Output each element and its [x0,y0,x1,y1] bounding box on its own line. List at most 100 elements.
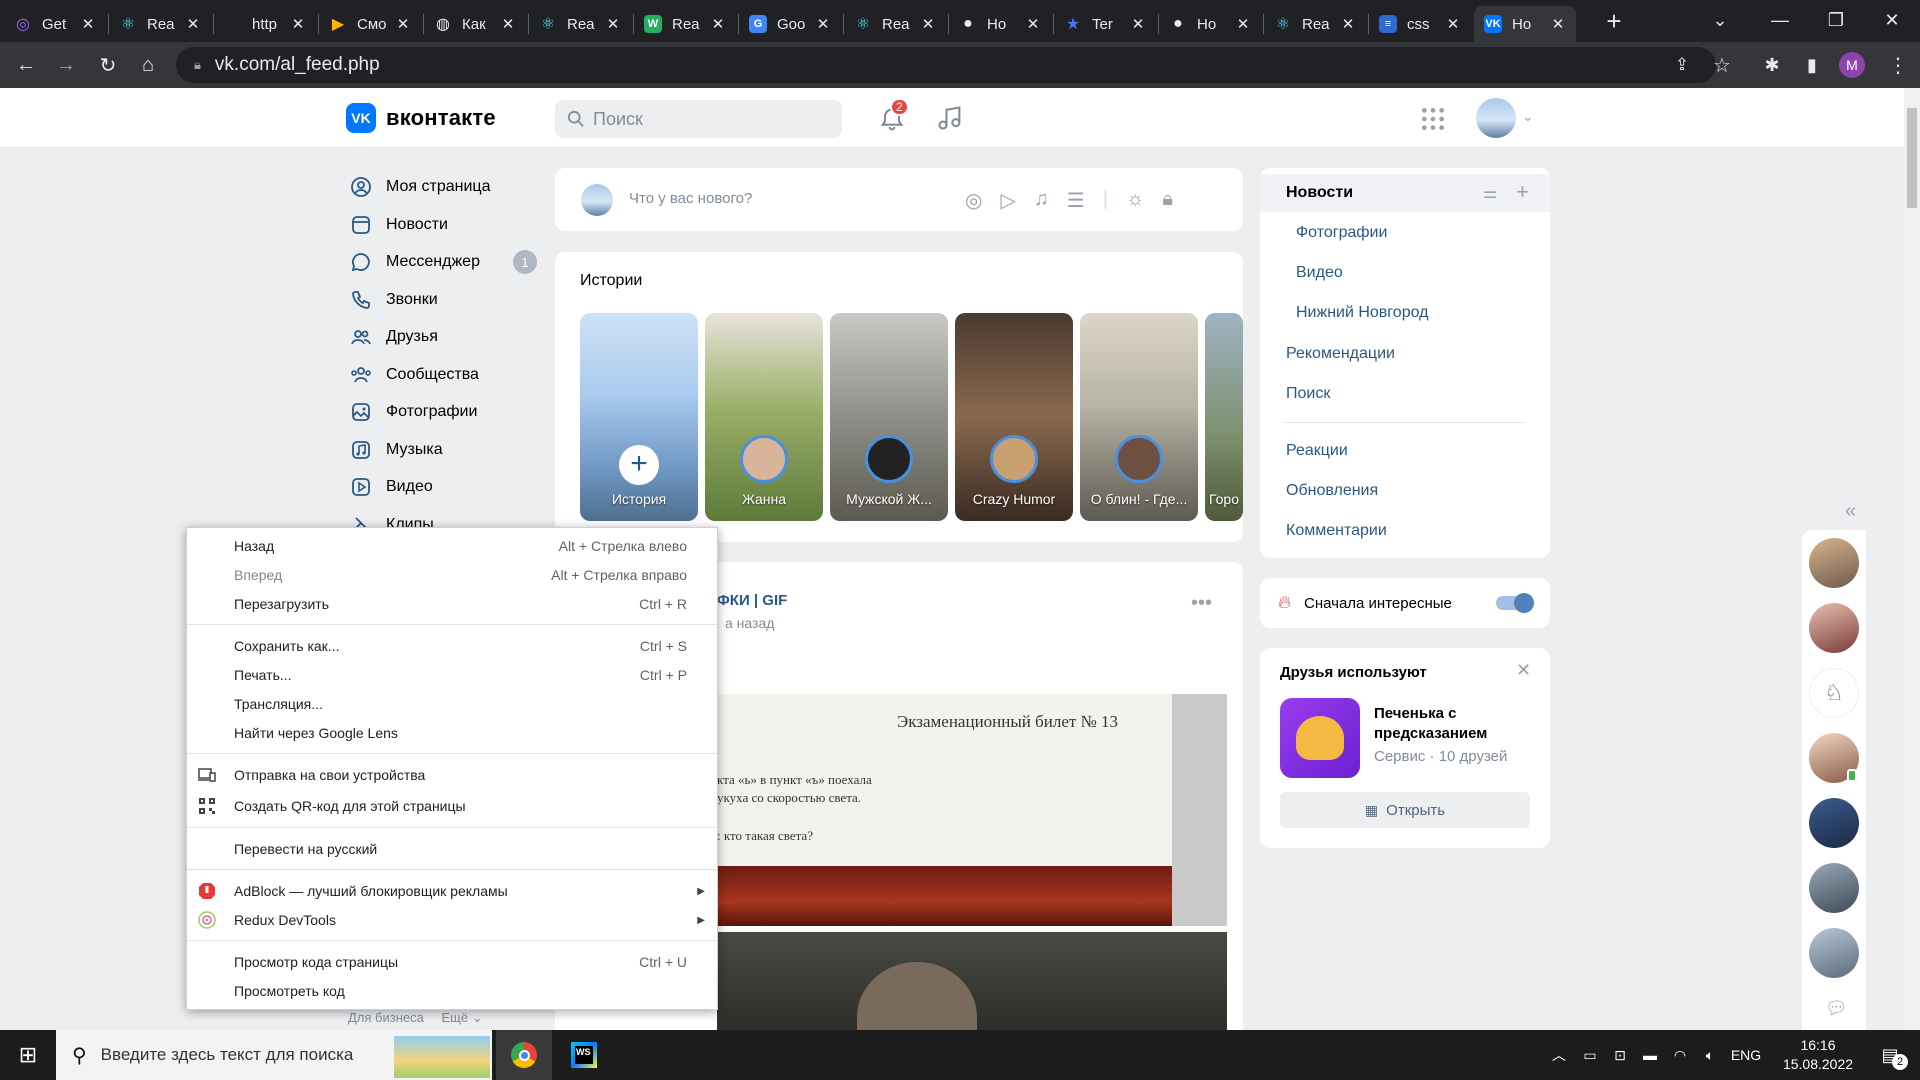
fortune-cookie-app-icon[interactable] [1280,698,1360,778]
left-menu-item[interactable]: Новости [350,208,448,242]
taskbar-clock[interactable]: 16:16 15.08.2022 [1776,1036,1860,1074]
collapse-chevron-icon[interactable]: « [1845,500,1856,523]
browser-tab[interactable]: ▶ Смо ✕ [319,6,421,42]
story-tile[interactable]: Горо [1205,313,1243,521]
post-photo-ticket[interactable]: Экзаменационный билет № 13 кта «ь» в пун… [717,694,1172,926]
close-icon[interactable]: ✕ [1516,660,1531,681]
right-nav-link[interactable]: Реакции [1286,442,1348,460]
close-tab-icon[interactable]: ✕ [1445,15,1461,33]
meet-now-icon[interactable]: ▭ [1576,1030,1604,1080]
right-nav-link[interactable]: Комментарии [1286,522,1387,540]
browser-tab[interactable]: G Goo ✕ [739,6,841,42]
context-menu-item[interactable]: Перезагрузить Ctrl + R [187,591,717,617]
add-plus-icon[interactable]: + [1516,179,1529,205]
left-menu-item[interactable]: Фотографии [350,395,477,429]
post-author[interactable]: ФКИ | GIF [717,592,787,609]
footer-more-link[interactable]: Ещё [441,1010,468,1025]
interesting-first-toggle[interactable] [1496,593,1534,613]
open-app-button[interactable]: ▦ Открыть [1280,792,1530,828]
vk-search-box[interactable] [555,100,842,138]
context-menu-item[interactable]: AdBlock — лучший блокировщик рекламы ▶ [187,878,717,904]
language-indicator[interactable]: ENG [1726,1030,1766,1080]
post-composer[interactable]: Что у вас нового? ◎ ▷ ♫ ☰ | ☼ 🔒︎ [555,168,1243,231]
notification-center-icon[interactable]: ▤ 2 [1870,1030,1910,1080]
chrome-menu-icon[interactable]: ⋮ [1884,51,1912,79]
story-tile[interactable]: Мужской Ж... [830,313,948,521]
left-menu-item[interactable]: Моя страница [350,170,490,204]
music-player-button[interactable] [936,104,966,134]
context-menu-item[interactable]: Создать QR-код для этой страницы [187,793,717,819]
browser-tab[interactable]: ⚛ Rea ✕ [844,6,946,42]
online-friend-avatar[interactable] [1809,928,1859,978]
browser-tab[interactable]: ● Ho ✕ [1159,6,1261,42]
browser-tab[interactable]: ★ Ter ✕ [1054,6,1156,42]
close-tab-icon[interactable]: ✕ [1025,15,1041,33]
context-menu-item[interactable]: Трансляция... [187,691,717,717]
context-menu-item[interactable]: Печать... Ctrl + P [187,662,717,688]
context-menu-item[interactable]: Вперед Alt + Стрелка вправо [187,562,717,588]
online-friend-avatar[interactable] [1809,603,1859,653]
left-menu-item[interactable]: Друзья [350,320,438,354]
context-menu-item[interactable]: Назад Alt + Стрелка влево [187,533,717,559]
online-friend-avatar[interactable] [1809,538,1859,588]
browser-tab[interactable]: ⚛ Rea ✕ [1264,6,1366,42]
close-tab-icon[interactable]: ✕ [185,15,201,33]
left-menu-item[interactable]: Сообщества [350,358,479,392]
back-arrow-icon[interactable]: ← [12,51,40,79]
close-tab-icon[interactable]: ✕ [605,15,621,33]
article-icon[interactable]: ☰ [1067,188,1085,213]
filter-sliders-icon[interactable]: ⚌ [1483,183,1497,203]
wifi-icon[interactable]: ◠ [1666,1030,1694,1080]
close-tab-icon[interactable]: ✕ [80,15,96,33]
browser-tab[interactable]: ◎ Get ✕ [4,6,106,42]
context-menu-item[interactable]: Сохранить как... Ctrl + S [187,633,717,659]
app-name[interactable]: Печенька с предсказанием [1374,704,1534,744]
right-nav-link[interactable]: Поиск [1286,385,1330,403]
right-nav-subitem[interactable]: Видео [1296,264,1343,282]
lightbulb-icon[interactable]: ☼ [1126,188,1144,213]
left-menu-item[interactable]: Мессенджер 1 [350,245,537,279]
context-menu-item[interactable]: Просмотреть код [187,978,717,1004]
page-scrollbar[interactable] [1904,88,1920,1030]
context-menu-item[interactable]: Перевести на русский [187,836,717,862]
browser-tab[interactable]: VK Ho ✕ [1474,6,1576,42]
close-window-button[interactable]: ✕ [1864,0,1920,40]
browser-tab[interactable]: ⚛ Rea ✕ [529,6,631,42]
add-story-tile[interactable]: + История [580,313,698,521]
left-menu-item[interactable]: Звонки [350,283,438,317]
browser-tab[interactable]: W Rea ✕ [634,6,736,42]
composer-placeholder[interactable]: Что у вас нового? [629,190,752,207]
notifications-button[interactable]: 2 [876,98,910,136]
post-photo-gif[interactable] [717,932,1227,1040]
extensions-puzzle-icon[interactable]: ✱ [1758,51,1786,79]
add-plus-icon[interactable]: + [619,445,659,485]
footer-business-link[interactable]: Для бизнеса [348,1010,424,1025]
context-menu-item[interactable]: Redux DevTools ▶ [187,907,717,933]
post-time[interactable]: а назад [725,615,774,631]
camera-icon[interactable]: ◎ [965,188,982,213]
minimize-button[interactable]: — [1752,0,1808,40]
more-options-icon[interactable]: ••• [1191,592,1212,615]
user-menu-button[interactable]: ⌄ [1476,98,1536,138]
new-tab-button[interactable]: + [1600,8,1628,36]
right-nav-link[interactable]: Рекомендации [1286,345,1395,363]
close-tab-icon[interactable]: ✕ [710,15,726,33]
deer-avatar-icon[interactable]: ♘ [1809,668,1859,718]
close-tab-icon[interactable]: ✕ [500,15,516,33]
context-menu-item[interactable]: Отправка на свои устройства [187,762,717,788]
side-panel-icon[interactable]: ▮ [1798,51,1826,79]
webstorm-taskbar-icon[interactable]: WS [556,1030,612,1080]
online-friend-avatar[interactable] [1809,863,1859,913]
address-bar[interactable]: 🔒︎ vk.com/al_feed.php [176,47,1716,83]
tray-chevron-up-icon[interactable]: ︿ [1545,1030,1573,1080]
left-menu-item[interactable]: Видео [350,470,433,504]
close-tab-icon[interactable]: ✕ [920,15,936,33]
music-note-icon[interactable]: ♫ [1034,188,1049,213]
browser-tab[interactable]: ≡ css ✕ [1369,6,1471,42]
close-tab-icon[interactable]: ✕ [290,15,306,33]
close-tab-icon[interactable]: ✕ [395,15,411,33]
profile-avatar[interactable]: M [1838,51,1866,79]
battery-icon[interactable]: ▬ [1636,1030,1664,1080]
browser-tab[interactable]: http ✕ [214,6,316,42]
tray-app-icon[interactable]: ⊡ [1606,1030,1634,1080]
